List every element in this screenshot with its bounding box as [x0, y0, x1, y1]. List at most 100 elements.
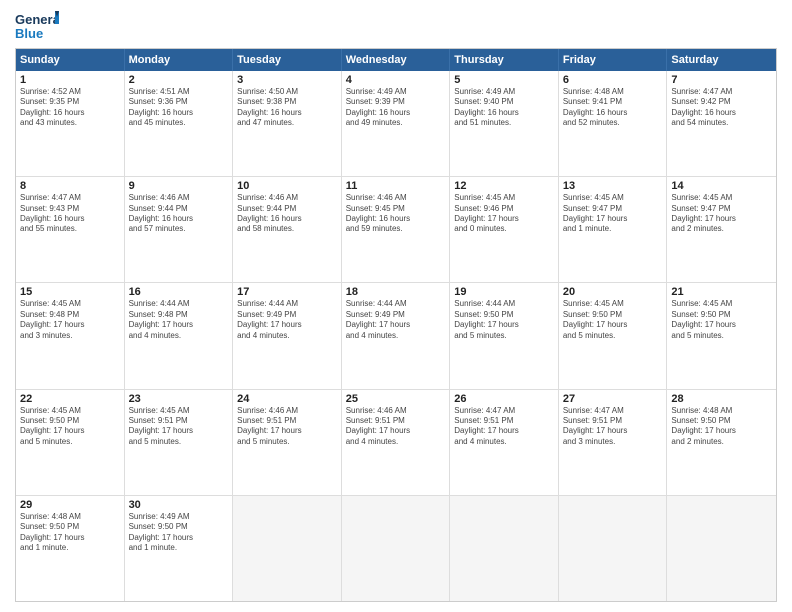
cell-info: Sunrise: 4:45 AM Sunset: 9:47 PM Dayligh…: [671, 193, 772, 235]
cell-info: Sunrise: 4:49 AM Sunset: 9:39 PM Dayligh…: [346, 87, 446, 129]
day-number: 30: [129, 499, 229, 511]
day-number: 20: [563, 286, 663, 298]
header-day-sunday: Sunday: [16, 49, 125, 71]
calendar-cell-24: 24Sunrise: 4:46 AM Sunset: 9:51 PM Dayli…: [233, 390, 342, 495]
logo: General Blue: [15, 10, 59, 42]
cell-info: Sunrise: 4:48 AM Sunset: 9:50 PM Dayligh…: [671, 406, 772, 448]
calendar-cell-10: 10Sunrise: 4:46 AM Sunset: 9:44 PM Dayli…: [233, 177, 342, 282]
day-number: 11: [346, 180, 446, 192]
cell-info: Sunrise: 4:45 AM Sunset: 9:46 PM Dayligh…: [454, 193, 554, 235]
day-number: 4: [346, 74, 446, 86]
calendar-cell-5: 5Sunrise: 4:49 AM Sunset: 9:40 PM Daylig…: [450, 71, 559, 176]
calendar-cell-empty: [559, 496, 668, 601]
day-number: 12: [454, 180, 554, 192]
day-number: 26: [454, 393, 554, 405]
cell-info: Sunrise: 4:46 AM Sunset: 9:51 PM Dayligh…: [237, 406, 337, 448]
cell-info: Sunrise: 4:45 AM Sunset: 9:50 PM Dayligh…: [563, 299, 663, 341]
day-number: 6: [563, 74, 663, 86]
calendar-cell-11: 11Sunrise: 4:46 AM Sunset: 9:45 PM Dayli…: [342, 177, 451, 282]
calendar-cell-2: 2Sunrise: 4:51 AM Sunset: 9:36 PM Daylig…: [125, 71, 234, 176]
calendar-cell-8: 8Sunrise: 4:47 AM Sunset: 9:43 PM Daylig…: [16, 177, 125, 282]
day-number: 13: [563, 180, 663, 192]
cell-info: Sunrise: 4:48 AM Sunset: 9:41 PM Dayligh…: [563, 87, 663, 129]
day-number: 14: [671, 180, 772, 192]
header-day-friday: Friday: [559, 49, 668, 71]
day-number: 2: [129, 74, 229, 86]
calendar-row-1: 1Sunrise: 4:52 AM Sunset: 9:35 PM Daylig…: [16, 71, 776, 176]
calendar-cell-27: 27Sunrise: 4:47 AM Sunset: 9:51 PM Dayli…: [559, 390, 668, 495]
calendar-cell-20: 20Sunrise: 4:45 AM Sunset: 9:50 PM Dayli…: [559, 283, 668, 388]
header: General Blue: [15, 10, 777, 42]
day-number: 1: [20, 74, 120, 86]
calendar-cell-9: 9Sunrise: 4:46 AM Sunset: 9:44 PM Daylig…: [125, 177, 234, 282]
calendar-row-4: 22Sunrise: 4:45 AM Sunset: 9:50 PM Dayli…: [16, 389, 776, 495]
calendar-cell-17: 17Sunrise: 4:44 AM Sunset: 9:49 PM Dayli…: [233, 283, 342, 388]
cell-info: Sunrise: 4:44 AM Sunset: 9:49 PM Dayligh…: [237, 299, 337, 341]
calendar-cell-13: 13Sunrise: 4:45 AM Sunset: 9:47 PM Dayli…: [559, 177, 668, 282]
calendar-cell-empty: [450, 496, 559, 601]
day-number: 8: [20, 180, 120, 192]
header-day-monday: Monday: [125, 49, 234, 71]
calendar-cell-6: 6Sunrise: 4:48 AM Sunset: 9:41 PM Daylig…: [559, 71, 668, 176]
calendar-cell-empty: [342, 496, 451, 601]
header-day-saturday: Saturday: [667, 49, 776, 71]
day-number: 21: [671, 286, 772, 298]
cell-info: Sunrise: 4:46 AM Sunset: 9:45 PM Dayligh…: [346, 193, 446, 235]
header-day-tuesday: Tuesday: [233, 49, 342, 71]
calendar-cell-empty: [667, 496, 776, 601]
calendar-cell-29: 29Sunrise: 4:48 AM Sunset: 9:50 PM Dayli…: [16, 496, 125, 601]
day-number: 22: [20, 393, 120, 405]
cell-info: Sunrise: 4:44 AM Sunset: 9:50 PM Dayligh…: [454, 299, 554, 341]
calendar-cell-22: 22Sunrise: 4:45 AM Sunset: 9:50 PM Dayli…: [16, 390, 125, 495]
day-number: 17: [237, 286, 337, 298]
calendar-cell-12: 12Sunrise: 4:45 AM Sunset: 9:46 PM Dayli…: [450, 177, 559, 282]
cell-info: Sunrise: 4:45 AM Sunset: 9:48 PM Dayligh…: [20, 299, 120, 341]
cell-info: Sunrise: 4:45 AM Sunset: 9:50 PM Dayligh…: [671, 299, 772, 341]
calendar-cell-empty: [233, 496, 342, 601]
cell-info: Sunrise: 4:44 AM Sunset: 9:48 PM Dayligh…: [129, 299, 229, 341]
cell-info: Sunrise: 4:46 AM Sunset: 9:44 PM Dayligh…: [237, 193, 337, 235]
calendar-row-2: 8Sunrise: 4:47 AM Sunset: 9:43 PM Daylig…: [16, 176, 776, 282]
calendar-cell-26: 26Sunrise: 4:47 AM Sunset: 9:51 PM Dayli…: [450, 390, 559, 495]
day-number: 25: [346, 393, 446, 405]
cell-info: Sunrise: 4:45 AM Sunset: 9:47 PM Dayligh…: [563, 193, 663, 235]
day-number: 18: [346, 286, 446, 298]
cell-info: Sunrise: 4:44 AM Sunset: 9:49 PM Dayligh…: [346, 299, 446, 341]
calendar-row-3: 15Sunrise: 4:45 AM Sunset: 9:48 PM Dayli…: [16, 282, 776, 388]
cell-info: Sunrise: 4:48 AM Sunset: 9:50 PM Dayligh…: [20, 512, 120, 554]
calendar-cell-3: 3Sunrise: 4:50 AM Sunset: 9:38 PM Daylig…: [233, 71, 342, 176]
day-number: 3: [237, 74, 337, 86]
cell-info: Sunrise: 4:47 AM Sunset: 9:42 PM Dayligh…: [671, 87, 772, 129]
day-number: 28: [671, 393, 772, 405]
calendar-cell-14: 14Sunrise: 4:45 AM Sunset: 9:47 PM Dayli…: [667, 177, 776, 282]
calendar-row-5: 29Sunrise: 4:48 AM Sunset: 9:50 PM Dayli…: [16, 495, 776, 601]
cell-info: Sunrise: 4:50 AM Sunset: 9:38 PM Dayligh…: [237, 87, 337, 129]
calendar-cell-7: 7Sunrise: 4:47 AM Sunset: 9:42 PM Daylig…: [667, 71, 776, 176]
cell-info: Sunrise: 4:45 AM Sunset: 9:51 PM Dayligh…: [129, 406, 229, 448]
day-number: 29: [20, 499, 120, 511]
calendar-cell-23: 23Sunrise: 4:45 AM Sunset: 9:51 PM Dayli…: [125, 390, 234, 495]
cell-info: Sunrise: 4:46 AM Sunset: 9:44 PM Dayligh…: [129, 193, 229, 235]
day-number: 19: [454, 286, 554, 298]
cell-info: Sunrise: 4:49 AM Sunset: 9:40 PM Dayligh…: [454, 87, 554, 129]
calendar-cell-1: 1Sunrise: 4:52 AM Sunset: 9:35 PM Daylig…: [16, 71, 125, 176]
svg-text:General: General: [15, 12, 59, 27]
calendar-cell-25: 25Sunrise: 4:46 AM Sunset: 9:51 PM Dayli…: [342, 390, 451, 495]
day-number: 7: [671, 74, 772, 86]
calendar-body: 1Sunrise: 4:52 AM Sunset: 9:35 PM Daylig…: [16, 71, 776, 601]
day-number: 24: [237, 393, 337, 405]
calendar-cell-18: 18Sunrise: 4:44 AM Sunset: 9:49 PM Dayli…: [342, 283, 451, 388]
day-number: 27: [563, 393, 663, 405]
logo-container: General Blue: [15, 10, 59, 42]
calendar-cell-4: 4Sunrise: 4:49 AM Sunset: 9:39 PM Daylig…: [342, 71, 451, 176]
cell-info: Sunrise: 4:46 AM Sunset: 9:51 PM Dayligh…: [346, 406, 446, 448]
cell-info: Sunrise: 4:49 AM Sunset: 9:50 PM Dayligh…: [129, 512, 229, 554]
calendar-cell-19: 19Sunrise: 4:44 AM Sunset: 9:50 PM Dayli…: [450, 283, 559, 388]
day-number: 10: [237, 180, 337, 192]
calendar-cell-21: 21Sunrise: 4:45 AM Sunset: 9:50 PM Dayli…: [667, 283, 776, 388]
day-number: 9: [129, 180, 229, 192]
day-number: 15: [20, 286, 120, 298]
cell-info: Sunrise: 4:51 AM Sunset: 9:36 PM Dayligh…: [129, 87, 229, 129]
calendar-cell-16: 16Sunrise: 4:44 AM Sunset: 9:48 PM Dayli…: [125, 283, 234, 388]
svg-text:Blue: Blue: [15, 26, 43, 41]
